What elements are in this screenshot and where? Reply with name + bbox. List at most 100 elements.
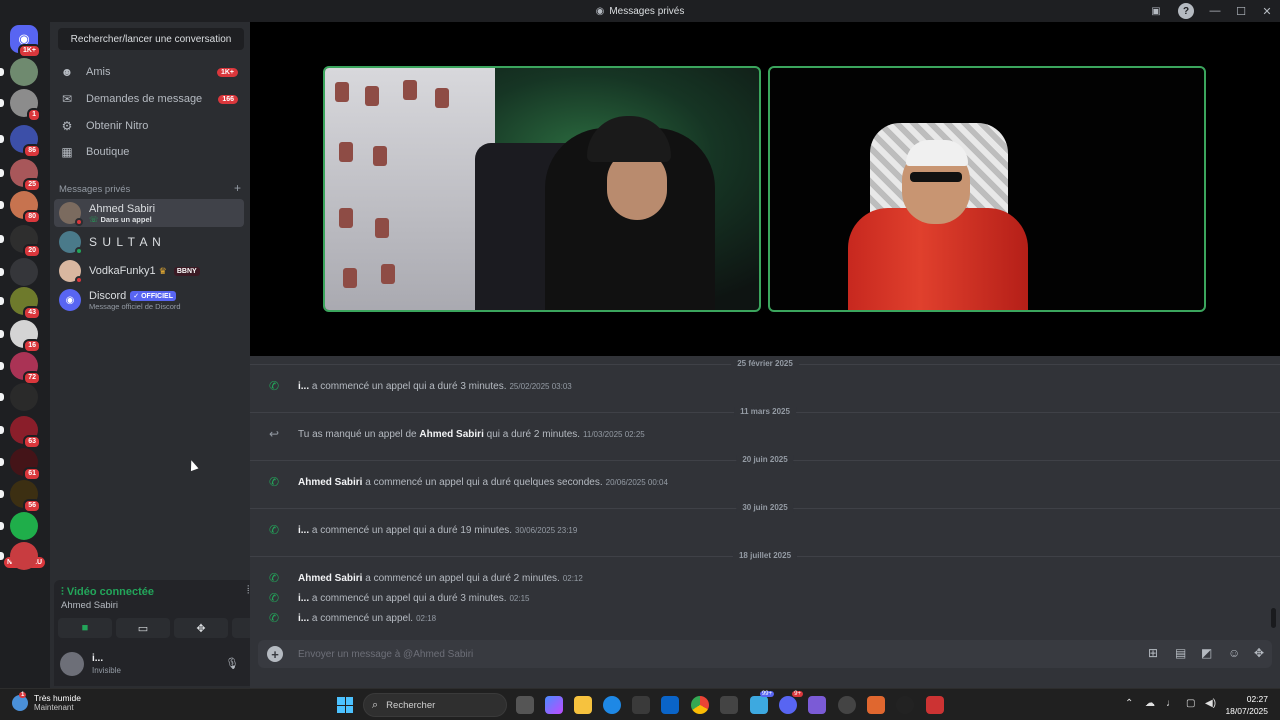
microphone-icon[interactable]: 🎙︎ bbox=[225, 657, 239, 670]
call-message: ✆ i... a commencé un appel qui a duré 3 … bbox=[250, 377, 1250, 395]
volume-icon[interactable]: ◀) bbox=[1205, 698, 1216, 709]
video-tile-self[interactable] bbox=[323, 66, 761, 312]
scrollbar[interactable] bbox=[1271, 608, 1276, 628]
activity-button[interactable]: ✥ bbox=[174, 618, 228, 638]
server-icon[interactable]: 61 bbox=[0, 448, 41, 481]
message-author[interactable]: Ahmed Sabiri bbox=[419, 429, 483, 440]
search-icon: ⌕ bbox=[372, 698, 379, 711]
outlook-icon[interactable] bbox=[661, 696, 679, 714]
weather-widget[interactable]: 1 Très humide Maintenant bbox=[12, 691, 81, 712]
store-icon[interactable] bbox=[632, 696, 650, 714]
app-icon[interactable] bbox=[838, 696, 856, 714]
message-author[interactable]: i... bbox=[298, 525, 309, 536]
inbox-icon[interactable]: ▣ bbox=[1148, 3, 1164, 19]
copilot-icon[interactable] bbox=[545, 696, 563, 714]
server-badge: 25 bbox=[23, 178, 41, 192]
shop-icon: ▦ bbox=[61, 145, 73, 159]
server-icon[interactable]: 25 bbox=[0, 159, 41, 192]
server-icon[interactable]: 1 bbox=[0, 89, 41, 122]
minimize-button[interactable]: — bbox=[1202, 5, 1228, 17]
server-icon[interactable]: 16 bbox=[0, 320, 41, 353]
edge-icon[interactable] bbox=[603, 696, 621, 714]
server-icon[interactable] bbox=[0, 542, 38, 570]
server-icon[interactable]: 56 bbox=[0, 480, 41, 513]
message-author[interactable]: i... bbox=[298, 613, 309, 624]
server-icon[interactable] bbox=[0, 258, 38, 286]
video-tile-ahmed-sabiri[interactable] bbox=[768, 66, 1206, 312]
add-dm-icon[interactable]: + bbox=[234, 182, 241, 195]
app-icon[interactable] bbox=[926, 696, 944, 714]
emoji-icon[interactable]: ☺ bbox=[1228, 646, 1240, 660]
server-icon[interactable]: 43 bbox=[0, 287, 41, 320]
file-explorer-icon[interactable] bbox=[574, 696, 592, 714]
app-icon[interactable] bbox=[867, 696, 885, 714]
messaging-app-icon[interactable]: 99+ bbox=[750, 691, 774, 714]
activities-icon[interactable]: ✥ bbox=[1254, 646, 1264, 660]
server-icon[interactable] bbox=[0, 512, 38, 540]
system-clock[interactable]: 02:27 18/07/2025 bbox=[1225, 693, 1268, 717]
nav-shop[interactable]: ▦ Boutique bbox=[54, 140, 244, 164]
dm-item-discord[interactable]: ◉ Discord ✓ OFFICIEL Message officiel de … bbox=[54, 286, 244, 314]
dm-item-vodkafunky1[interactable]: VodkaFunky1 ♛ BBNY bbox=[54, 257, 244, 285]
message-composer: + ⊞ ▤ ◩ ☺ ✥ bbox=[258, 640, 1272, 668]
start-button[interactable] bbox=[337, 697, 353, 713]
message-author[interactable]: i... bbox=[298, 381, 309, 392]
gift-icon[interactable]: ⊞ bbox=[1148, 646, 1158, 660]
nav-message-requests[interactable]: ✉ Demandes de message 166 bbox=[54, 87, 244, 111]
display-icon[interactable]: ▢ bbox=[1186, 698, 1195, 709]
server-icon[interactable]: 86 bbox=[0, 125, 41, 158]
add-attachment-icon[interactable]: + bbox=[267, 646, 283, 662]
microphone-icon[interactable]: ♩ bbox=[1166, 698, 1176, 709]
chrome-icon[interactable] bbox=[691, 696, 709, 714]
gif-icon[interactable]: ▤ bbox=[1175, 646, 1186, 660]
message-input[interactable] bbox=[298, 648, 1098, 660]
message-author[interactable]: i... bbox=[298, 593, 309, 604]
camera-icon: ■ bbox=[81, 622, 89, 634]
help-icon[interactable]: ? bbox=[1178, 3, 1194, 19]
server-icon[interactable] bbox=[0, 383, 38, 411]
sticker-icon[interactable]: ◩ bbox=[1201, 646, 1212, 660]
message-author[interactable]: Ahmed Sabiri bbox=[298, 477, 362, 488]
mail-app-icon[interactable] bbox=[720, 696, 738, 714]
camera-button[interactable]: ■ bbox=[58, 618, 112, 638]
timestamp: 25/02/2025 03:03 bbox=[509, 381, 572, 391]
timestamp: 02:12 bbox=[562, 573, 583, 583]
discord-icon: ◉ bbox=[59, 289, 81, 311]
voice-status[interactable]: ⫶ Vidéo connectée bbox=[61, 586, 154, 599]
gamepad-app-icon[interactable] bbox=[808, 696, 826, 714]
server-icon[interactable]: 72 bbox=[0, 352, 41, 385]
cloud-icon[interactable]: ☁ bbox=[1145, 698, 1155, 709]
server-icon[interactable]: 20 bbox=[0, 225, 41, 258]
screenshare-button[interactable]: ▭ bbox=[116, 618, 170, 638]
voice-user: Ahmed Sabiri bbox=[61, 600, 119, 611]
chevron-up-icon[interactable]: ⌃ bbox=[1125, 698, 1133, 709]
dm-item-ahmed-sabiri[interactable]: Ahmed Sabiri ☏ Dans un appel bbox=[54, 199, 244, 227]
missed-call-icon: ↩ bbox=[268, 427, 280, 441]
discord-taskbar-icon[interactable]: 9+ bbox=[779, 691, 803, 714]
maximize-button[interactable]: ☐ bbox=[1228, 5, 1254, 18]
nav-nitro[interactable]: ⚙ Obtenir Nitro bbox=[54, 114, 244, 138]
user-name[interactable]: i... bbox=[92, 653, 103, 664]
task-view-icon[interactable] bbox=[516, 696, 534, 714]
discord-icon: ◉ bbox=[595, 5, 605, 17]
user-status: Invisible bbox=[92, 666, 121, 675]
taskbar-search[interactable]: ⌕ Rechercher bbox=[363, 693, 507, 717]
close-button[interactable]: ✕ bbox=[1254, 5, 1280, 18]
nav-friends[interactable]: ☻ Amis 1K+ bbox=[54, 60, 244, 84]
call-message: ✆ Ahmed Sabiri a commencé un appel qui a… bbox=[250, 569, 1250, 587]
server-icon[interactable]: 80 bbox=[0, 191, 41, 224]
server-badge: 43 bbox=[23, 306, 41, 320]
avatar[interactable] bbox=[60, 652, 84, 676]
search-conversation-button[interactable]: Rechercher/lancer une conversation bbox=[58, 28, 244, 50]
server-icon[interactable] bbox=[0, 58, 38, 86]
in-call-icon: ☏ bbox=[89, 214, 101, 224]
message-author[interactable]: Ahmed Sabiri bbox=[298, 573, 362, 584]
timestamp: 30/06/2025 23:19 bbox=[515, 525, 578, 535]
app-icon[interactable] bbox=[896, 696, 914, 714]
home-button[interactable]: ◉ 1K+ bbox=[10, 25, 41, 58]
phone-icon: ✆ bbox=[268, 611, 280, 625]
guild-tag: BBNY bbox=[173, 266, 200, 276]
dm-item-sultan[interactable]: S U L T A N bbox=[54, 228, 244, 256]
server-icon[interactable]: 63 bbox=[0, 416, 41, 449]
dm-name: S U L T A N bbox=[89, 235, 162, 249]
